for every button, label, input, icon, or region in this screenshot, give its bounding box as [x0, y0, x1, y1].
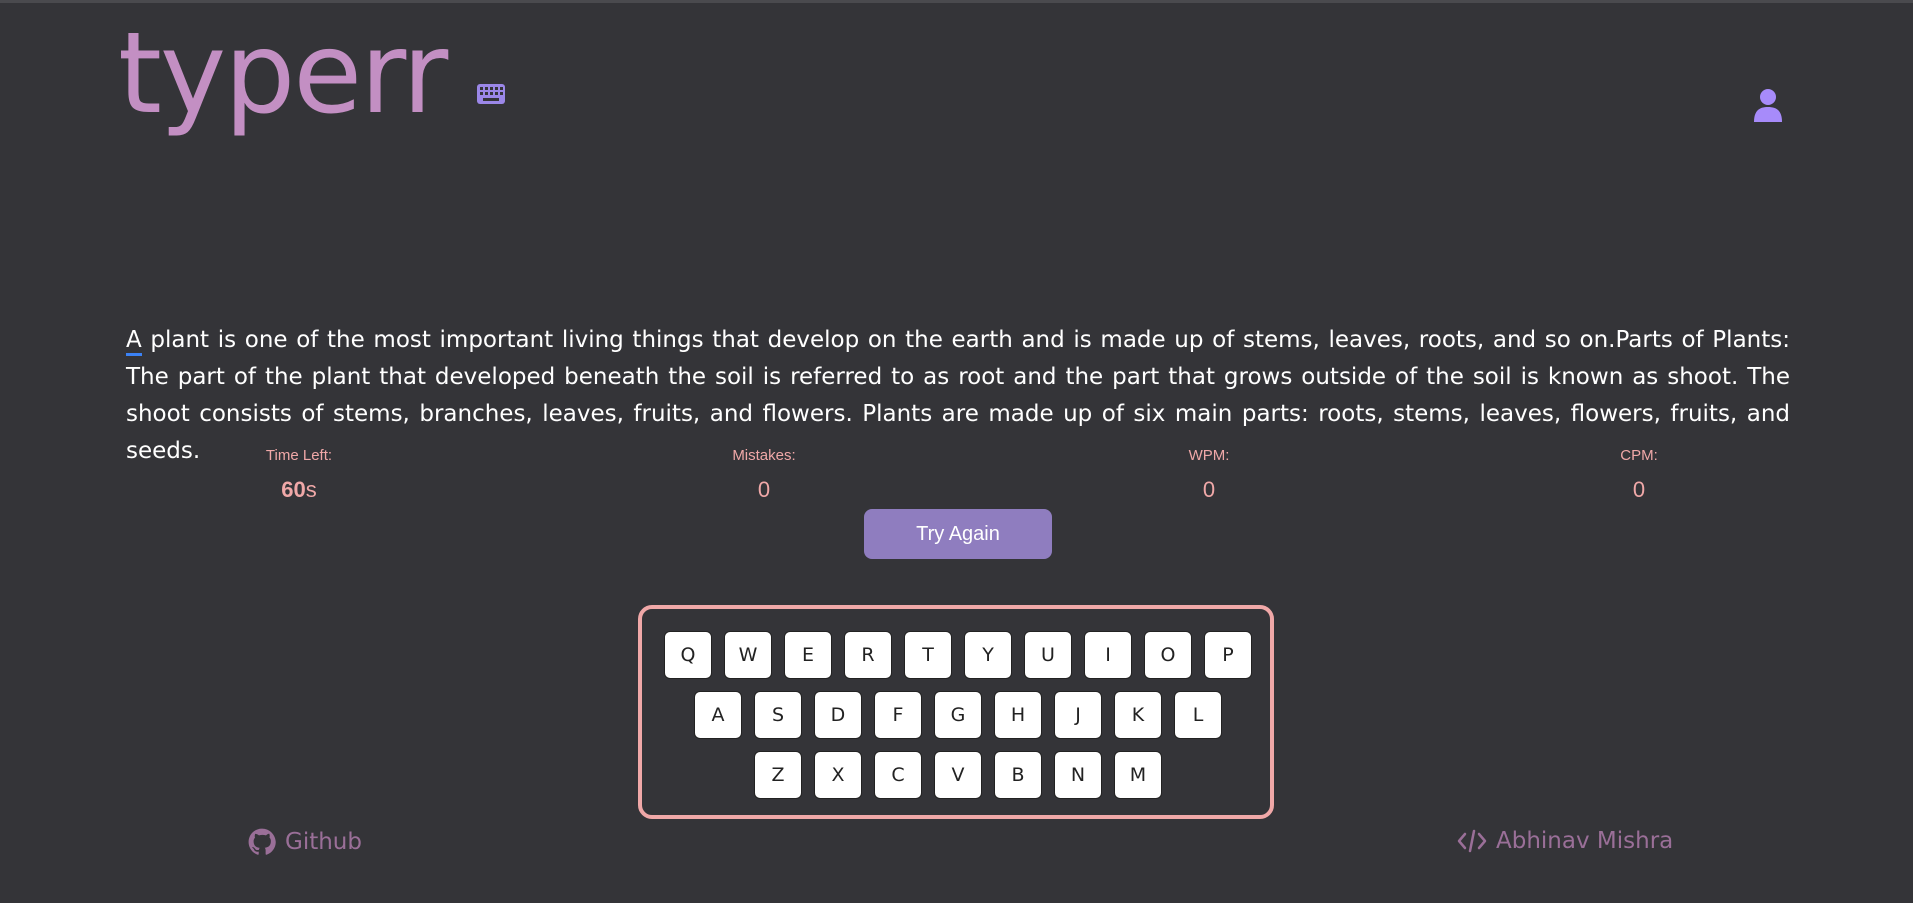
key-p[interactable]: P	[1204, 631, 1252, 679]
cpm-value: 0	[1632, 477, 1646, 502]
github-icon	[248, 828, 276, 855]
top-border	[0, 0, 1913, 3]
key-s[interactable]: S	[754, 691, 802, 739]
key-h[interactable]: H	[994, 691, 1042, 739]
logo[interactable]: typerr	[118, 18, 506, 130]
key-k[interactable]: K	[1114, 691, 1162, 739]
time-left-value: 60s	[199, 477, 399, 503]
wpm-label: WPM:	[1188, 447, 1230, 464]
user-icon[interactable]	[1752, 88, 1784, 122]
stat-cpm: CPM: 0	[1539, 447, 1739, 503]
key-c[interactable]: C	[874, 751, 922, 799]
virtual-keyboard: Q W E R T Y U I O P A S D F G H J K L Z …	[638, 605, 1274, 819]
cpm-label: CPM:	[1620, 447, 1658, 464]
time-left-number: 60	[281, 477, 306, 502]
key-o[interactable]: O	[1144, 631, 1192, 679]
key-z[interactable]: Z	[754, 751, 802, 799]
key-a[interactable]: A	[694, 691, 742, 739]
time-left-unit: s	[305, 477, 317, 502]
passage-text: plant is one of the most important livin…	[126, 327, 1790, 464]
time-left-label: Time Left:	[265, 447, 333, 464]
github-label: Github	[285, 829, 362, 855]
key-y[interactable]: Y	[964, 631, 1012, 679]
code-icon	[1457, 829, 1487, 853]
key-w[interactable]: W	[724, 631, 772, 679]
wpm-value: 0	[1202, 477, 1216, 502]
key-b[interactable]: B	[994, 751, 1042, 799]
github-link[interactable]: Github	[248, 828, 362, 856]
try-again-button[interactable]: Try Again	[864, 509, 1052, 559]
key-t[interactable]: T	[904, 631, 952, 679]
author-label: Abhinav Mishra	[1496, 828, 1674, 854]
stat-mistakes: Mistakes: 0	[664, 447, 864, 503]
stat-wpm: WPM: 0	[1109, 447, 1309, 503]
mistakes-value: 0	[757, 477, 771, 502]
logo-text: typerr	[118, 9, 448, 139]
key-u[interactable]: U	[1024, 631, 1072, 679]
key-r[interactable]: R	[844, 631, 892, 679]
key-x[interactable]: X	[814, 751, 862, 799]
key-e[interactable]: E	[784, 631, 832, 679]
key-j[interactable]: J	[1054, 691, 1102, 739]
key-g[interactable]: G	[934, 691, 982, 739]
key-m[interactable]: M	[1114, 751, 1162, 799]
author-link[interactable]: Abhinav Mishra	[1457, 828, 1673, 854]
key-i[interactable]: I	[1084, 631, 1132, 679]
key-d[interactable]: D	[814, 691, 862, 739]
stat-time-left: Time Left: 60s	[199, 447, 399, 503]
current-char: A	[126, 327, 142, 356]
key-f[interactable]: F	[874, 691, 922, 739]
keyboard-icon	[477, 84, 506, 104]
key-l[interactable]: L	[1174, 691, 1222, 739]
key-q[interactable]: Q	[664, 631, 712, 679]
key-n[interactable]: N	[1054, 751, 1102, 799]
key-v[interactable]: V	[934, 751, 982, 799]
mistakes-label: Mistakes:	[732, 447, 796, 464]
